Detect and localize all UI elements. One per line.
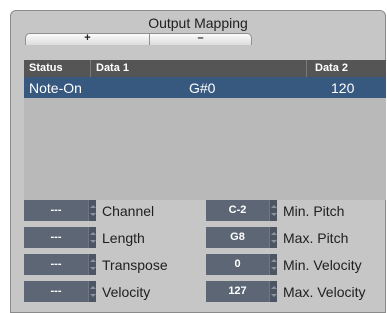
arrow-down-icon [271, 294, 277, 297]
velocity-spinner[interactable] [88, 281, 96, 302]
arrow-up-icon [90, 205, 96, 208]
arrow-up-icon [90, 286, 96, 289]
max-velocity-spinner[interactable] [269, 281, 277, 302]
add-button[interactable]: + [25, 33, 150, 45]
column-header-status[interactable]: Status [29, 60, 63, 77]
arrow-down-icon [90, 267, 96, 270]
min-pitch-spinner[interactable] [269, 200, 277, 221]
arrow-down-icon [271, 240, 277, 243]
transpose-value[interactable]: --- [24, 254, 88, 275]
max-pitch-spinner[interactable] [269, 227, 277, 248]
length-spinner[interactable] [88, 227, 96, 248]
mapping-table: Status Data 1 Data 2 Note-On G#0 120 [24, 60, 386, 200]
channel-value[interactable]: --- [24, 200, 88, 221]
max-pitch-label: Max. Pitch [283, 230, 349, 246]
channel-spinner[interactable] [88, 200, 96, 221]
max-pitch-value[interactable]: G8 [206, 227, 269, 248]
arrow-down-icon [90, 213, 96, 216]
arrow-up-icon [90, 259, 96, 262]
arrow-up-icon [271, 259, 277, 262]
column-divider [90, 60, 91, 77]
velocity-label: Velocity [102, 284, 151, 300]
velocity-value[interactable]: --- [24, 281, 88, 302]
length-label: Length [102, 230, 145, 246]
arrow-up-icon [271, 205, 277, 208]
max-velocity-value[interactable]: 127 [206, 281, 269, 302]
arrow-down-icon [271, 267, 277, 270]
panel-title: Output Mapping [148, 15, 248, 31]
max-velocity-label: Max. Velocity [283, 284, 366, 300]
transpose-label: Transpose [102, 257, 168, 273]
arrow-down-icon [90, 240, 96, 243]
transpose-spinner[interactable] [88, 254, 96, 275]
cell-data2: 120 [331, 80, 355, 96]
remove-button[interactable]: – [149, 33, 252, 45]
min-pitch-label: Min. Pitch [283, 203, 345, 219]
cell-data1: G#0 [189, 80, 216, 96]
arrow-up-icon [90, 232, 96, 235]
arrow-down-icon [271, 213, 277, 216]
table-header: Status Data 1 Data 2 [24, 60, 386, 77]
channel-label: Channel [102, 203, 155, 219]
min-velocity-spinner[interactable] [269, 254, 277, 275]
arrow-down-icon [90, 294, 96, 297]
min-velocity-label: Min. Velocity [283, 257, 362, 273]
min-pitch-value[interactable]: C-2 [206, 200, 269, 221]
column-header-data1[interactable]: Data 1 [96, 60, 129, 77]
table-row[interactable]: Note-On G#0 120 [24, 77, 386, 98]
cell-status: Note-On [29, 80, 82, 96]
arrow-up-icon [271, 232, 277, 235]
length-value[interactable]: --- [24, 227, 88, 248]
column-divider [306, 60, 307, 77]
arrow-up-icon [271, 286, 277, 289]
min-velocity-value[interactable]: 0 [206, 254, 269, 275]
column-header-data2[interactable]: Data 2 [315, 60, 348, 77]
